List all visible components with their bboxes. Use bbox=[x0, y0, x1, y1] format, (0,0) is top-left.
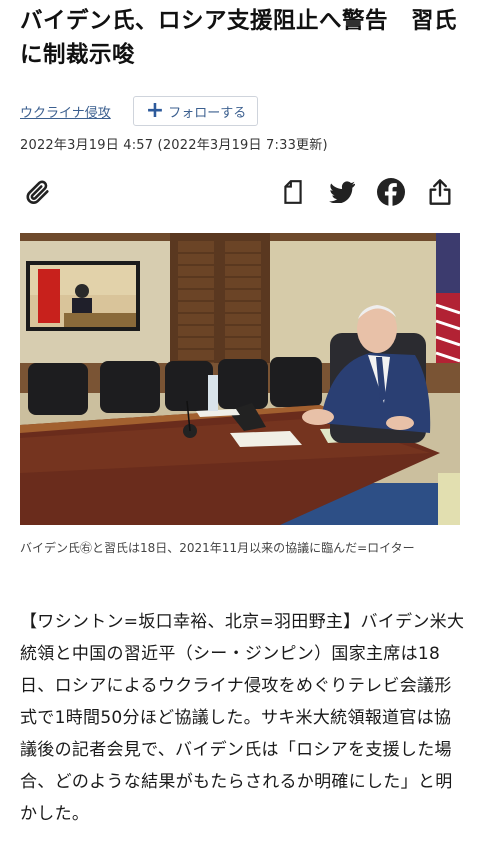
share-bar bbox=[0, 176, 480, 212]
follow-button[interactable]: + フォローする bbox=[132, 96, 259, 126]
article-body: 【ワシントン=坂口幸裕、北京=羽田野主】バイデン米大統領と中国の習近平（シー・ジ… bbox=[20, 612, 465, 824]
article-photo bbox=[20, 233, 460, 525]
topic-row: ウクライナ侵攻 + フォローする bbox=[20, 96, 259, 126]
share-icon[interactable] bbox=[424, 176, 456, 208]
plus-icon: + bbox=[145, 98, 165, 123]
follow-button-label: フォローする bbox=[168, 105, 247, 121]
topic-link[interactable]: ウクライナ侵攻 bbox=[20, 102, 111, 121]
twitter-icon[interactable] bbox=[326, 176, 358, 208]
paperclip-icon[interactable] bbox=[22, 176, 54, 208]
bookmark-icon[interactable] bbox=[277, 176, 309, 208]
facebook-icon[interactable] bbox=[375, 176, 407, 208]
photo-caption: バイデン氏㊨と習氏は18日、2021年11月以来の協議に臨んだ=ロイター bbox=[20, 541, 415, 555]
article-headline: バイデン氏、ロシア支援阻止へ警告 習氏に制裁示唆 bbox=[20, 8, 458, 68]
article-timestamp: 2022年3月19日 4:57 (2022年3月19日 7:33更新) bbox=[20, 138, 328, 153]
